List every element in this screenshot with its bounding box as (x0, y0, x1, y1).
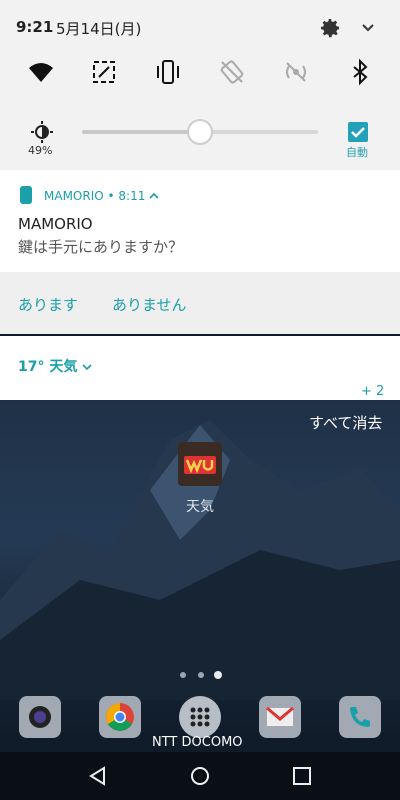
gmail-app-icon[interactable] (259, 696, 301, 738)
phone-app-icon[interactable] (339, 696, 381, 738)
gmail-icon (266, 706, 294, 726)
auto-brightness-label: 自動 (346, 146, 368, 159)
quick-settings-row (0, 58, 400, 90)
back-icon[interactable] (86, 764, 110, 788)
vibrate-icon[interactable] (154, 58, 182, 86)
page-dot-active (214, 671, 222, 679)
status-date: 5月14日(月) (56, 20, 142, 38)
weather-summary-text: 17° 天気 (18, 359, 78, 375)
brightness-slider-thumb[interactable] (186, 119, 213, 145)
brightness-percent: 49% (28, 144, 53, 157)
status-time: 9:21 (16, 18, 54, 36)
brightness-slider-fill (82, 130, 198, 134)
weather-summary: 17° 天気 (18, 356, 92, 376)
action-yes-button[interactable]: あります (18, 294, 78, 315)
chevron-down-icon[interactable] (358, 18, 378, 38)
status-bar: 9:21 5月14日(月) (0, 0, 400, 56)
auto-rotate-off-icon[interactable] (218, 58, 246, 86)
notification-header-separator: • (103, 189, 119, 203)
hotspot-off-icon[interactable] (282, 58, 310, 86)
notification-header: MAMORIO • 8:11 (44, 189, 159, 203)
gear-icon[interactable] (318, 16, 342, 40)
app-drawer-button[interactable] (179, 696, 221, 738)
notification-actions: あります ありません (0, 272, 400, 334)
chevron-down-icon[interactable] (82, 363, 92, 371)
brightness-row: 49% 自動 (0, 118, 400, 162)
mamorio-notification[interactable]: MAMORIO • 8:11 MAMORIO 鍵は手元にありますか？ (0, 170, 400, 272)
notification-time: 8:11 (118, 189, 146, 203)
page-indicator (178, 670, 224, 680)
action-no-button[interactable]: ありません (112, 294, 187, 315)
check-icon (351, 127, 365, 138)
quick-settings-panel: 9:21 5月14日(月) 49% 自動 (0, 0, 400, 170)
weather-notification[interactable]: 17° 天気 (0, 336, 400, 400)
more-notifications-count[interactable]: + 2 (361, 384, 384, 399)
mamorio-app-icon (20, 186, 32, 204)
carrier-label: NTT DOCOMO (152, 735, 243, 750)
page-dot (180, 672, 186, 678)
notification-app-name: MAMORIO (44, 189, 104, 203)
weather-app-label: 天気 (186, 499, 214, 515)
chrome-app-icon[interactable] (99, 696, 141, 738)
notification-body: 鍵は手元にありますか？ (18, 238, 184, 256)
screen-cast-icon[interactable] (90, 58, 118, 86)
home-icon[interactable] (188, 764, 212, 788)
chevron-up-icon[interactable] (149, 192, 159, 200)
notification-title: MAMORIO (18, 215, 93, 233)
camera-app-icon[interactable] (19, 696, 61, 738)
wifi-icon[interactable] (27, 58, 55, 86)
camera-icon (29, 706, 51, 728)
chrome-icon (106, 703, 134, 731)
clear-all-button[interactable]: すべて消去 (309, 412, 382, 433)
weather-app-icon[interactable] (178, 442, 222, 486)
brightness-icon (31, 121, 53, 143)
phone-icon (350, 707, 370, 727)
bluetooth-icon[interactable] (346, 58, 374, 86)
auto-brightness-checkbox[interactable] (348, 122, 368, 142)
page-dot (198, 672, 204, 678)
recents-icon[interactable] (290, 764, 314, 788)
wu-logo-icon (184, 456, 216, 474)
navigation-bar (0, 752, 400, 800)
grid-icon (190, 707, 210, 727)
